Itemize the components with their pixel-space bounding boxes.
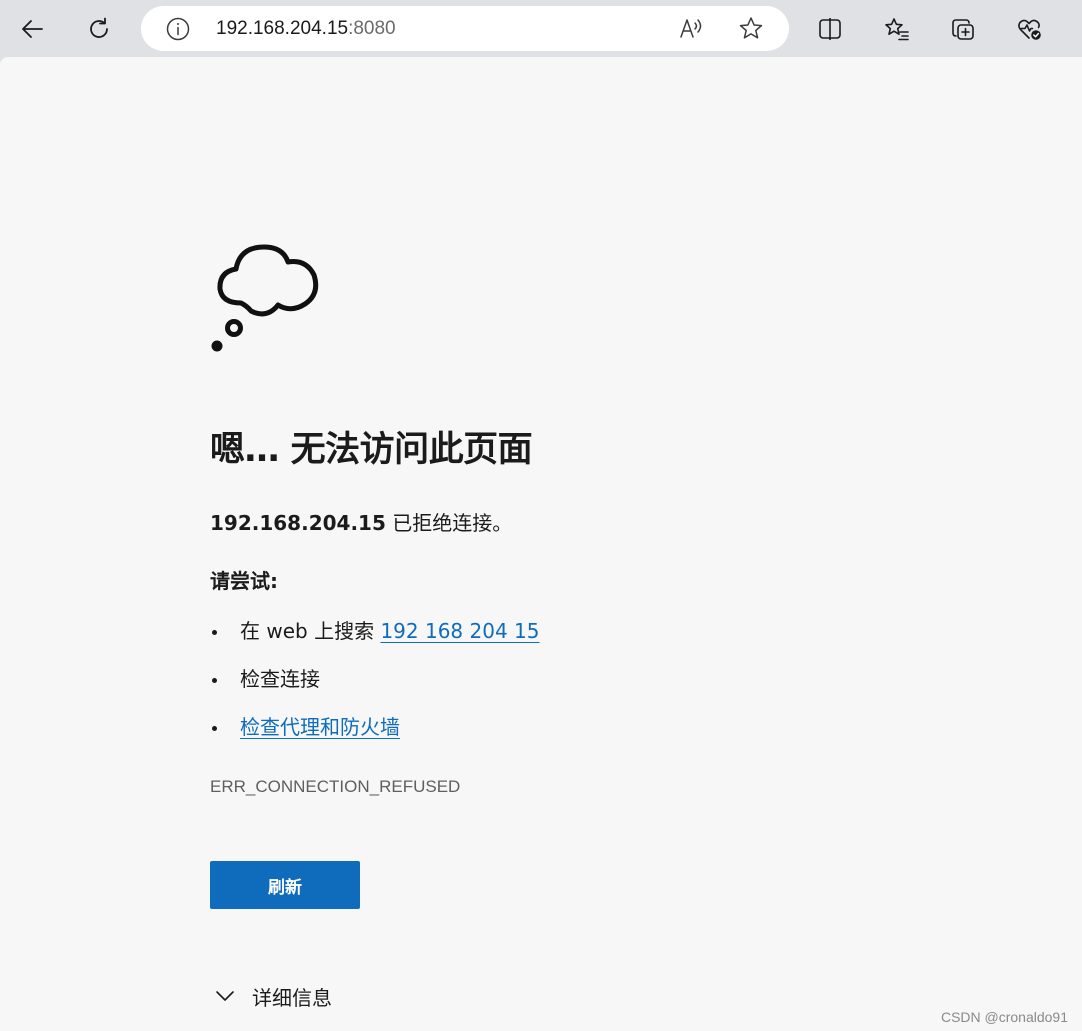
page-title: 嗯… 无法访问此页面 (210, 430, 533, 470)
url-port: :8080 (348, 18, 396, 39)
details-label: 详细信息 (252, 985, 332, 1010)
search-web-link[interactable]: 192 168 204 15 (380, 619, 539, 643)
browser-essentials-icon (1018, 19, 1041, 40)
error-code: ERR_CONNECTION_REFUSED (210, 777, 461, 796)
back-arrow-icon (22, 20, 43, 38)
suggestion-search: 在 web 上搜索 192 168 204 15 (210, 617, 539, 645)
favorites-button[interactable] (877, 9, 917, 49)
check-proxy-firewall-link[interactable]: 检查代理和防火墙 (240, 715, 400, 739)
reload-button[interactable] (79, 9, 119, 49)
read-aloud-icon[interactable] (677, 15, 705, 43)
thought-cloud-icon (211, 244, 319, 352)
url-host: 192.168.204.15 (216, 18, 349, 39)
error-message: 192.168.204.15 已拒绝连接。 (210, 509, 512, 537)
split-screen-icon (819, 18, 841, 40)
favorites-icon (885, 18, 909, 41)
page-content: 嗯… 无法访问此页面 192.168.204.15 已拒绝连接。 请尝试: 在 … (0, 57, 1082, 1031)
details-toggle[interactable]: 详细信息 (214, 981, 332, 1011)
chevron-down-icon (216, 991, 234, 1001)
error-host: 192.168.204.15 (210, 511, 386, 535)
suggestions-list: 在 web 上搜索 192 168 204 15 检查连接 检查代理和防火墙 (210, 617, 539, 761)
site-info-icon[interactable] (165, 16, 191, 42)
browser-essentials-button[interactable] (1009, 9, 1049, 49)
favorite-star-icon[interactable] (737, 15, 765, 43)
address-url[interactable]: 192.168.204.15:8080 (216, 16, 396, 41)
collections-icon (952, 19, 974, 40)
try-heading: 请尝试: (210, 569, 278, 593)
suggestion-check-connection: 检查连接 (210, 665, 539, 693)
refresh-icon (90, 17, 108, 38)
address-bar[interactable]: 192.168.204.15:8080 (141, 6, 789, 51)
collections-button[interactable] (943, 9, 983, 49)
watermark: CSDN @cronaldo91 (940, 1009, 1068, 1025)
check-connection-text: 检查连接 (240, 667, 320, 691)
search-prefix-text: 在 web 上搜索 (240, 619, 381, 643)
split-screen-button[interactable] (810, 9, 850, 49)
error-refused-text: 已拒绝连接。 (385, 511, 513, 535)
browser-toolbar: 192.168.204.15:8080 (0, 0, 1082, 57)
refresh-button[interactable]: 刷新 (210, 861, 360, 909)
back-button[interactable] (13, 9, 53, 49)
suggestion-check-proxy: 检查代理和防火墙 (210, 713, 539, 741)
